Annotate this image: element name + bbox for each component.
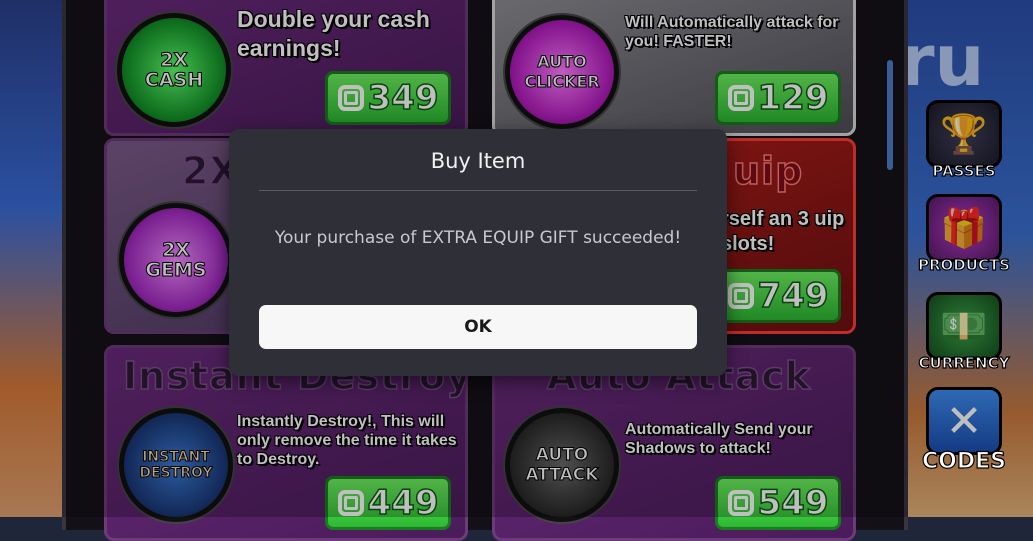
passes-label: PASSES	[932, 161, 996, 180]
currency-label: CURRENCY	[918, 353, 1010, 372]
codes-label: CODES	[921, 448, 1006, 474]
dialog-divider	[259, 190, 697, 191]
ok-button[interactable]: OK	[259, 305, 697, 349]
dialog-title: Buy Item	[430, 149, 526, 173]
products-label: PRODUCTS	[917, 255, 1010, 274]
buy-item-dialog: Buy Item Your purchase of EXTRA EQUIP GI…	[229, 129, 727, 376]
dialog-message: Your purchase of EXTRA EQUIP GIFT succee…	[274, 228, 682, 248]
